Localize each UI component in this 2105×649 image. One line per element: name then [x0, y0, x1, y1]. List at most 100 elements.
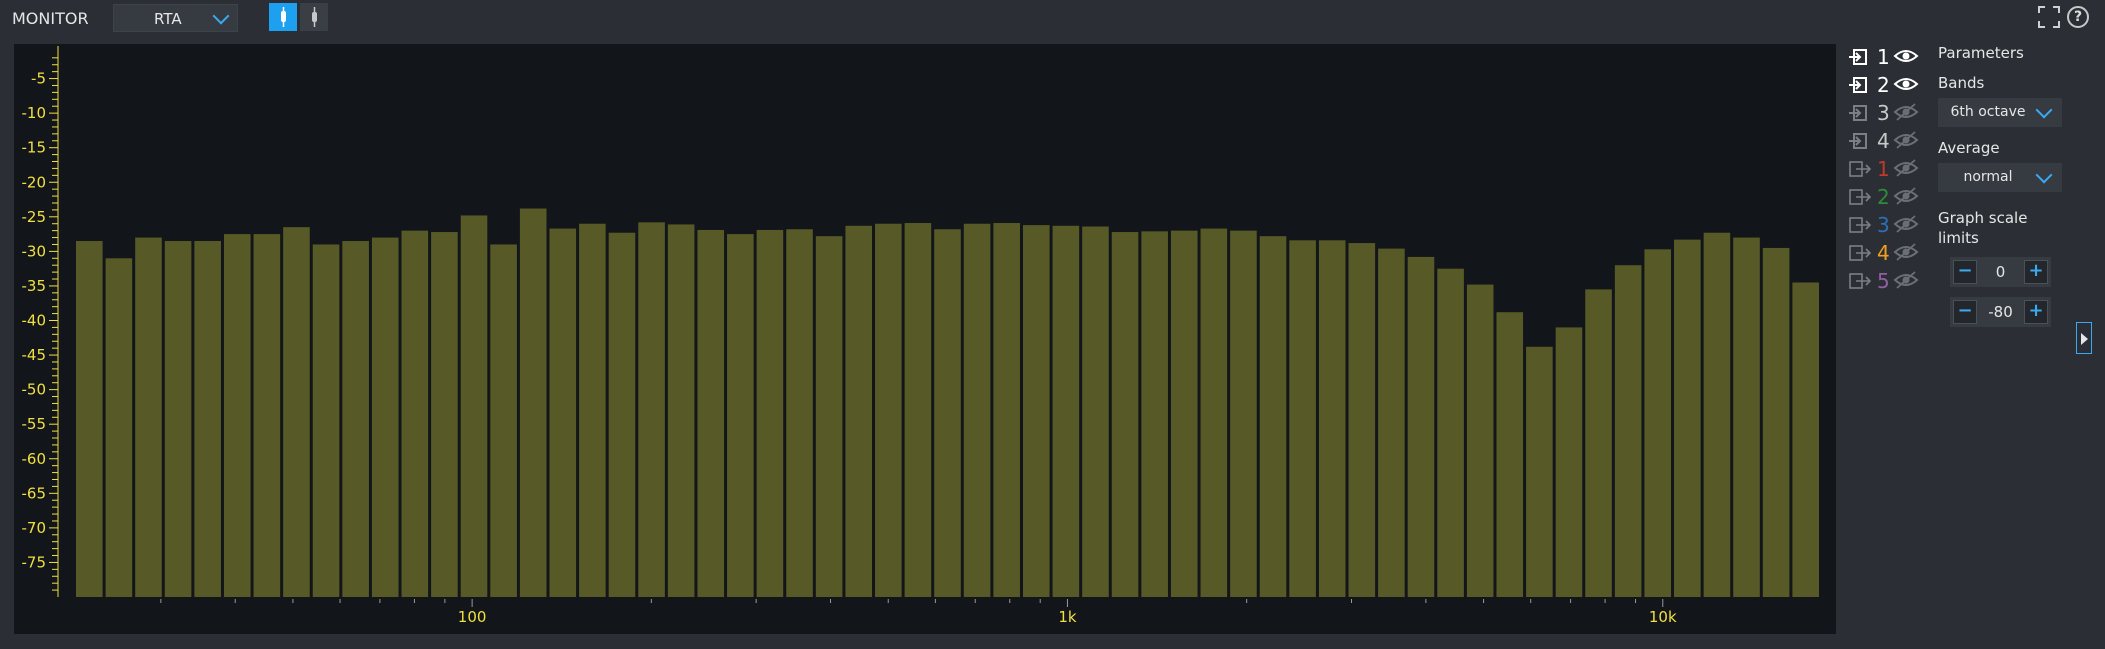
rta-bar — [1378, 248, 1405, 598]
y-tick-label: -20 — [22, 173, 47, 191]
rta-bar — [934, 229, 961, 598]
channel-row-output-3[interactable]: 3 — [1848, 212, 1919, 238]
y-tick-label: -10 — [22, 104, 47, 122]
monitor-title: MONITOR — [12, 9, 89, 28]
channel-row-input-1[interactable]: 1 — [1848, 44, 1919, 70]
scale-min-value[interactable]: -80 — [1978, 303, 2023, 321]
channel-row-input-2[interactable]: 2 — [1848, 72, 1919, 98]
rta-bar — [815, 236, 843, 598]
mode-select[interactable]: RTA — [113, 4, 238, 32]
rta-bar — [76, 241, 103, 597]
rta-bar — [727, 234, 754, 597]
rta-bar — [1082, 226, 1109, 598]
average-select[interactable]: normal — [1938, 163, 2062, 192]
rta-bar — [904, 223, 932, 597]
output-icon — [1848, 272, 1874, 294]
rta-bar — [519, 208, 547, 597]
rta-bar — [371, 237, 399, 598]
channel-row-output-5[interactable]: 5 — [1848, 268, 1919, 294]
probe-dual-button[interactable] — [300, 3, 328, 31]
panel-expand-toggle[interactable] — [2076, 322, 2092, 354]
eye-icon[interactable] — [1893, 47, 1919, 69]
x-tick-label: 100 — [458, 608, 487, 626]
fullscreen-icon[interactable] — [2037, 5, 2061, 29]
rta-bar — [1762, 247, 1790, 598]
rta-bar — [1466, 284, 1494, 597]
eye-off-icon[interactable] — [1893, 271, 1919, 293]
input-icon — [1848, 76, 1870, 98]
rta-bar — [1318, 240, 1346, 597]
rta-bar — [223, 234, 251, 597]
output-icon — [1848, 160, 1874, 182]
channel-row-output-4[interactable]: 4 — [1848, 240, 1919, 266]
bands-label: Bands — [1938, 74, 1985, 92]
rta-bar — [1437, 268, 1464, 597]
rta-bar — [401, 230, 429, 597]
bands-select[interactable]: 6th octave — [1938, 98, 2062, 127]
scale-min-increment-button[interactable]: + — [2024, 300, 2048, 324]
channel-row-output-2[interactable]: 2 — [1848, 184, 1919, 210]
rta-bar — [1230, 230, 1257, 597]
scale-max-increment-button[interactable]: + — [2024, 260, 2048, 284]
scale-min-decrement-button[interactable]: − — [1953, 300, 1977, 324]
rta-bar — [1052, 225, 1080, 598]
channel-number: 1 — [1877, 157, 1890, 181]
eye-icon[interactable] — [1893, 75, 1919, 97]
rta-bar — [963, 223, 991, 597]
help-icon[interactable]: ? — [2067, 6, 2089, 28]
parameters-title: Parameters — [1938, 44, 2024, 62]
rta-bar — [1644, 249, 1672, 598]
rta-bar — [993, 223, 1020, 597]
input-icon — [1848, 132, 1870, 154]
channel-number: 3 — [1877, 101, 1890, 125]
eye-off-icon[interactable] — [1893, 159, 1919, 181]
rta-bar — [608, 232, 636, 597]
eye-off-icon[interactable] — [1893, 187, 1919, 209]
channel-row-input-3[interactable]: 3 — [1848, 100, 1919, 126]
rta-bar — [1022, 225, 1050, 598]
chevron-down-icon — [212, 7, 230, 25]
eye-off-icon[interactable] — [1893, 215, 1919, 237]
output-icon — [1848, 188, 1874, 210]
channel-row-input-4[interactable]: 4 — [1848, 128, 1919, 154]
y-tick-label: -15 — [22, 139, 47, 157]
y-tick-label: -70 — [22, 519, 47, 537]
probe-single-button[interactable] — [269, 3, 297, 31]
rta-bar — [845, 225, 873, 598]
scale-max-value[interactable]: 0 — [1978, 263, 2023, 281]
rta-bar — [460, 215, 488, 597]
rta-plot[interactable]: -5 -10 -15 -20 -25 -30 -35 -40 -45 -50 -55 -60 -65 -7… — [14, 44, 1836, 634]
rta-bar — [1526, 346, 1553, 597]
channel-row-output-1[interactable]: 1 — [1848, 156, 1919, 182]
rta-bar — [1289, 240, 1316, 597]
chevron-down-icon — [2035, 166, 2053, 184]
top-toolbar: MONITOR RTA ? — [0, 0, 2105, 36]
rta-bar — [697, 229, 725, 597]
rta-bar — [1733, 237, 1760, 598]
rta-bar — [312, 244, 340, 597]
input-icon — [1848, 104, 1870, 126]
chevron-down-icon — [2035, 101, 2053, 119]
rta-bar — [1792, 282, 1819, 597]
rta-bar — [1200, 228, 1228, 597]
channel-number: 2 — [1877, 73, 1890, 97]
bands-select-value: 6th octave — [1950, 104, 2026, 120]
y-tick-label: -55 — [22, 415, 47, 433]
input-icon — [1848, 48, 1870, 70]
scale-min-stepper: − -80 + — [1950, 297, 2051, 327]
eye-off-icon[interactable] — [1893, 103, 1919, 125]
eye-off-icon[interactable] — [1893, 243, 1919, 265]
y-tick-label: -45 — [22, 346, 47, 364]
y-tick-label: -5 — [31, 70, 46, 88]
channel-number: 1 — [1877, 45, 1890, 69]
rta-bar — [1407, 256, 1435, 598]
probe-icon — [281, 7, 286, 27]
y-tick-label: -30 — [22, 242, 47, 260]
eye-off-icon[interactable] — [1893, 131, 1919, 153]
scale-max-stepper: − 0 + — [1950, 257, 2051, 287]
rta-bar — [135, 237, 162, 598]
scale-max-decrement-button[interactable]: − — [1953, 260, 1977, 284]
output-icon — [1848, 244, 1874, 266]
rta-bar — [638, 222, 665, 597]
output-icon — [1848, 216, 1874, 238]
